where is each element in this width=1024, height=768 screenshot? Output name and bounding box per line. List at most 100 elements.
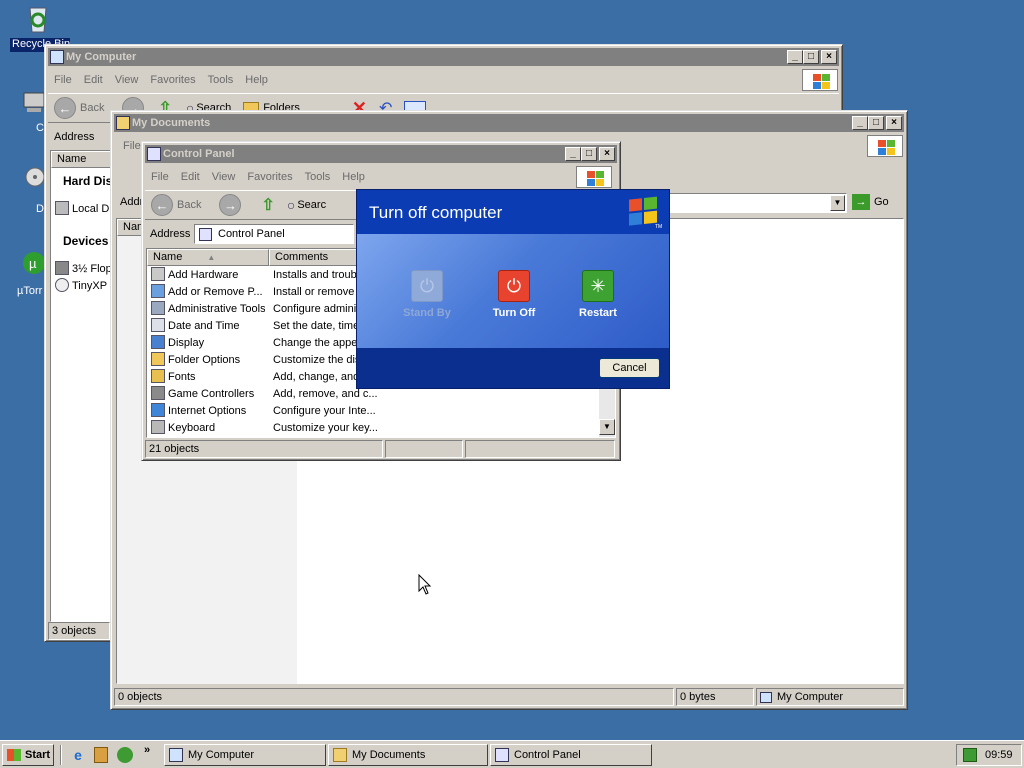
- list-item[interactable]: Add or Remove P...: [151, 284, 265, 301]
- media-icon[interactable]: [94, 747, 108, 763]
- menu-help[interactable]: Help: [336, 171, 371, 183]
- list-item[interactable]: Administrative Tools: [151, 301, 265, 318]
- menu-tools[interactable]: Tools: [202, 74, 240, 86]
- list-item[interactable]: Add Hardware: [151, 267, 265, 284]
- floppy-icon: [55, 261, 69, 275]
- column-name[interactable]: Name ▲: [147, 249, 269, 266]
- taskbar-item-my-documents[interactable]: My Documents: [328, 744, 488, 766]
- cd-drive-desktop-icon[interactable]: [24, 166, 46, 188]
- minimize-button[interactable]: _: [852, 116, 868, 130]
- control-panel-item-icon: [151, 403, 165, 417]
- start-button[interactable]: Start: [2, 744, 54, 766]
- taskbar-item-control-panel[interactable]: Control Panel: [490, 744, 652, 766]
- control-panel-icon: [147, 147, 161, 161]
- list-item[interactable]: Internet Options: [151, 403, 265, 420]
- list-item[interactable]: Keyboard: [151, 420, 265, 437]
- search-button[interactable]: Searc: [297, 199, 326, 211]
- computer-icon: [760, 691, 772, 703]
- my-computer-statusbar: 3 objects: [48, 622, 110, 640]
- my-computer-content[interactable]: Name Hard Dis Local Dis Devices 3½ Flop …: [50, 150, 117, 622]
- my-documents-statusbar: 0 objects 0 bytes My Computer: [114, 688, 906, 706]
- list-item-floppy[interactable]: 3½ Flop: [55, 261, 112, 278]
- dialog-body: ⏻ Stand By ⏻ Turn Off ✳ Restart: [357, 234, 669, 348]
- list-item[interactable]: Folder Options: [151, 352, 265, 369]
- utorrent-desktop-icon[interactable]: µ: [22, 250, 46, 276]
- list-item[interactable]: Display: [151, 335, 265, 352]
- list-item[interactable]: Fonts: [151, 369, 265, 386]
- group-hard-disks: Hard Dis: [63, 174, 113, 188]
- status-objects: 0 objects: [114, 688, 674, 706]
- control-panel-titlebar[interactable]: Control Panel _ □ ×: [145, 145, 617, 163]
- address-input[interactable]: [651, 193, 847, 213]
- folder-icon: [333, 748, 347, 762]
- utorrent-quicklaunch-icon[interactable]: [117, 747, 133, 763]
- maximize-button[interactable]: □: [803, 50, 819, 64]
- list-item[interactable]: Game Controllers: [151, 386, 265, 403]
- list-item-name: Keyboard: [168, 422, 216, 434]
- maximize-button[interactable]: □: [581, 147, 597, 161]
- close-button[interactable]: ×: [886, 116, 902, 130]
- list-item-name: Add or Remove P...: [168, 286, 263, 298]
- desktop-label-d: D: [36, 203, 44, 215]
- close-button[interactable]: ×: [599, 147, 615, 161]
- restart-button[interactable]: ✳ Restart: [568, 270, 628, 319]
- turn-off-label: Turn Off: [492, 307, 536, 319]
- status-objects: 3 objects: [48, 622, 110, 640]
- back-icon[interactable]: ←: [151, 194, 173, 216]
- computer-icon: [169, 748, 183, 762]
- recycle-bin-icon[interactable]: [22, 2, 54, 34]
- network-tray-icon[interactable]: [963, 748, 977, 762]
- menu-view[interactable]: View: [109, 74, 145, 86]
- list-item[interactable]: Date and Time: [151, 318, 265, 335]
- menu-file[interactable]: File: [123, 140, 141, 152]
- back-button[interactable]: Back: [177, 199, 201, 211]
- quicklaunch-chevron-icon[interactable]: »: [144, 744, 150, 756]
- group-devices: Devices: [63, 234, 109, 248]
- column-name[interactable]: Name: [51, 151, 113, 168]
- taskbar-item-my-computer[interactable]: My Computer: [164, 744, 326, 766]
- list-item-cd[interactable]: TinyXP (: [55, 278, 114, 295]
- menu-file[interactable]: File: [145, 171, 175, 183]
- address-label: Address: [150, 228, 191, 240]
- restart-label: Restart: [579, 307, 617, 319]
- my-computer-titlebar[interactable]: My Computer _ □ ×: [48, 48, 839, 66]
- control-panel-icon: [495, 748, 509, 762]
- menu-edit[interactable]: Edit: [175, 171, 206, 183]
- back-button[interactable]: Back: [80, 102, 104, 114]
- close-button[interactable]: ×: [821, 50, 837, 64]
- stand-by-button: ⏻ Stand By: [397, 270, 457, 319]
- forward-icon[interactable]: →: [219, 194, 242, 216]
- minimize-button[interactable]: _: [565, 147, 581, 161]
- menu-file[interactable]: File: [48, 74, 78, 86]
- turn-off-button[interactable]: ⏻ Turn Off: [484, 270, 544, 319]
- my-computer-desktop-icon[interactable]: [22, 90, 46, 114]
- address-input[interactable]: Control Panel: [194, 224, 354, 244]
- control-panel-item-icon: [151, 386, 165, 400]
- dialog-header: Turn off computer TM: [357, 190, 669, 234]
- my-documents-title: My Documents: [132, 117, 211, 129]
- turn-off-dialog[interactable]: Turn off computer TM ⏻ Stand By ⏻ Turn O…: [356, 189, 670, 389]
- menu-help[interactable]: Help: [239, 74, 274, 86]
- menu-tools[interactable]: Tools: [299, 171, 337, 183]
- cancel-button[interactable]: Cancel: [599, 358, 660, 378]
- minimize-button[interactable]: _: [787, 50, 803, 64]
- my-documents-titlebar[interactable]: My Documents _ □ ×: [114, 114, 904, 132]
- my-documents-icon: [116, 116, 130, 130]
- menu-edit[interactable]: Edit: [78, 74, 109, 86]
- menu-favorites[interactable]: Favorites: [241, 171, 298, 183]
- menu-view[interactable]: View: [206, 171, 242, 183]
- back-icon[interactable]: ←: [54, 97, 76, 119]
- up-folder-icon[interactable]: ⇧: [261, 195, 274, 215]
- control-panel-item-icon: [151, 301, 165, 315]
- clock[interactable]: 09:59: [985, 749, 1013, 761]
- scroll-down-button[interactable]: ▼: [599, 419, 615, 435]
- maximize-button[interactable]: □: [868, 116, 884, 130]
- go-button[interactable]: → Go: [852, 194, 889, 210]
- control-panel-item-icon: [151, 267, 165, 281]
- menu-favorites[interactable]: Favorites: [144, 74, 201, 86]
- list-item-name: Administrative Tools: [168, 303, 265, 315]
- internet-explorer-icon[interactable]: e: [70, 747, 86, 763]
- floppy-label: 3½ Flop: [72, 263, 112, 275]
- list-item-local-disk[interactable]: Local Dis: [55, 201, 117, 218]
- address-dropdown-button[interactable]: ▼: [830, 195, 845, 211]
